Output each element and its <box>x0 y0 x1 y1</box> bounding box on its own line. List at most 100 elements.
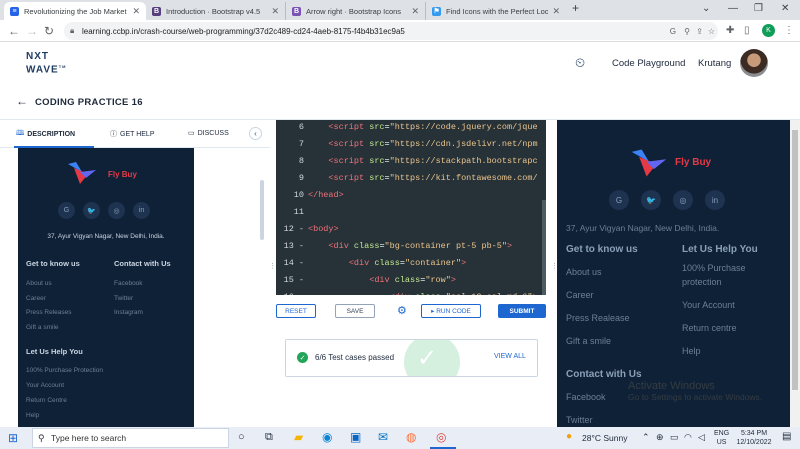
footer-link[interactable]: Facebook <box>114 277 171 292</box>
browser-tab[interactable]: ⚑ Find Icons with the Perfect Look ✕ <box>426 2 566 20</box>
footer-link[interactable]: Twitter <box>566 409 642 427</box>
footer-link[interactable]: Return centre <box>682 321 777 335</box>
timer-icon[interactable]: ⏲︎ <box>575 55 585 71</box>
code-line[interactable]: <div class="col-12 col-md-6"> <box>308 292 538 295</box>
minimize-icon[interactable]: — <box>728 3 738 14</box>
store-icon[interactable]: ▣ <box>350 430 361 444</box>
volume-icon[interactable]: ◁ <box>698 432 705 443</box>
footer-link[interactable]: Instagram <box>114 306 171 321</box>
browser-tab-active[interactable]: ≡ Revolutionizing the Job Market | ✕ <box>4 2 146 20</box>
mail-icon[interactable]: ✉ <box>378 430 388 444</box>
linkedin-icon[interactable]: in <box>133 202 150 219</box>
left-scrollbar[interactable] <box>260 180 264 240</box>
footer-link[interactable]: Gift a smile <box>26 321 80 336</box>
cortana-icon[interactable]: ○ <box>238 431 245 443</box>
footer-link[interactable]: Career <box>26 292 80 307</box>
footer-link[interactable]: About us <box>26 277 80 292</box>
user-name[interactable]: Krutang <box>698 58 731 69</box>
footer-link[interactable]: Twitter <box>114 292 171 307</box>
code-line[interactable]: <div class="row"> <box>308 275 456 285</box>
clock[interactable]: 5:34 PM 12/10/2022 <box>734 429 774 447</box>
code-line[interactable]: <script src="https://cdn.jsdelivr.net/np… <box>308 139 537 149</box>
wifi-icon[interactable]: ◠ <box>684 432 692 443</box>
code-line[interactable]: <div class="container"> <box>308 258 466 268</box>
instagram-icon[interactable]: ◎ <box>108 202 125 219</box>
scrollbar-thumb[interactable] <box>792 130 798 390</box>
forward-arrow-icon[interactable]: → <box>26 24 38 38</box>
new-tab-button[interactable]: + <box>572 1 579 15</box>
view-all-link[interactable]: VIEW ALL <box>494 353 526 360</box>
battery-icon[interactable]: ▭ <box>670 432 679 443</box>
code-line[interactable]: <div class="bg-container pt-5 pb-5"> <box>308 241 512 251</box>
google-icon[interactable]: G <box>609 190 629 210</box>
run-code-button[interactable]: ▸ RUN CODE <box>421 304 481 318</box>
footer-link[interactable]: Help <box>682 344 777 358</box>
sidebar-icon[interactable]: ▯ <box>744 25 750 36</box>
nxtwave-logo[interactable]: NXT WAVETM <box>26 52 67 75</box>
footer-link[interactable]: Your Account <box>26 380 106 392</box>
star-icon[interactable]: ☆ <box>708 27 715 36</box>
chevron-down-icon[interactable]: ⌄ <box>702 3 710 14</box>
code-editor[interactable]: 6 <script src="https://code.jquery.com/j… <box>276 120 546 295</box>
back-arrow-icon[interactable]: ← <box>16 94 28 108</box>
more-icon[interactable]: ⋮ <box>784 25 794 36</box>
close-icon[interactable]: ✕ <box>271 6 279 17</box>
editor-scrollbar[interactable] <box>542 200 546 295</box>
footer-link[interactable]: Gift a smile <box>566 330 638 353</box>
google-icon[interactable]: G <box>58 202 75 219</box>
network-icon[interactable]: ⊕ <box>656 432 664 443</box>
search-icon[interactable]: ⚲ <box>684 27 690 36</box>
chevron-up-icon[interactable]: ⌃ <box>642 432 650 443</box>
url-field[interactable]: 🔒︎ learning.ccbp.in/crash-course/web-pro… <box>64 22 718 40</box>
task-view-icon[interactable]: ⧉ <box>265 431 273 444</box>
footer-link[interactable]: About us <box>566 261 638 284</box>
twitter-icon[interactable]: 🐦 <box>83 202 100 219</box>
resize-handle-icon[interactable]: ⋮ <box>269 262 276 270</box>
close-window-icon[interactable]: ✕ <box>781 3 789 14</box>
linkedin-icon[interactable]: in <box>705 190 725 210</box>
code-playground-link[interactable]: Code Playground <box>612 58 685 69</box>
close-icon[interactable]: ✕ <box>132 6 140 17</box>
footer-link[interactable]: 100% Purchase protection <box>682 261 777 289</box>
footer-link[interactable]: Help <box>26 410 106 422</box>
save-button[interactable]: SAVE <box>335 304 375 318</box>
file-explorer-icon[interactable]: ▰ <box>294 430 303 444</box>
footer-link[interactable]: 100% Purchase Protection <box>26 365 106 377</box>
reset-button[interactable]: RESET <box>276 304 316 318</box>
edge-icon[interactable]: ◉ <box>322 430 332 444</box>
reload-icon[interactable]: ↻ <box>44 24 54 38</box>
code-line[interactable]: </head> <box>308 190 344 200</box>
collapse-panel-button[interactable]: ‹ <box>249 127 262 140</box>
code-line[interactable]: <script src="https://code.jquery.com/jqu… <box>308 122 537 132</box>
taskbar-search-input[interactable]: ⚲ Type here to search <box>32 428 229 448</box>
footer-link[interactable]: Press Realease <box>566 307 638 330</box>
code-line[interactable]: <script src="https://stackpath.bootstrap… <box>308 156 537 166</box>
share-icon[interactable]: ⇪ <box>696 27 703 36</box>
footer-link[interactable]: Press Releases <box>26 306 80 321</box>
footer-link[interactable]: Your Account <box>682 298 777 312</box>
weather-icon[interactable]: ● <box>566 431 572 442</box>
maximize-icon[interactable]: ❐ <box>754 3 763 14</box>
browser-tab[interactable]: B Introduction · Bootstrap v4.5 ✕ <box>146 2 286 20</box>
code-line[interactable]: <script src="https://kit.fontawesome.com… <box>308 173 537 183</box>
notifications-icon[interactable]: ▤ <box>782 431 791 442</box>
tab-get-help[interactable]: ⓘ GET HELP <box>110 129 155 139</box>
twitter-icon[interactable]: 🐦 <box>641 190 661 210</box>
firefox-icon[interactable]: ◍ <box>406 430 416 444</box>
windows-start-icon[interactable]: ⊞ <box>8 431 18 445</box>
submit-button[interactable]: SUBMIT <box>498 304 546 318</box>
settings-gear-icon[interactable]: ⚙ <box>397 304 407 317</box>
weather-text[interactable]: 28°C Sunny <box>582 433 627 443</box>
profile-avatar[interactable]: K <box>762 24 775 37</box>
browser-tab[interactable]: B Arrow right · Bootstrap Icons ✕ <box>286 2 426 20</box>
tab-discuss[interactable]: ▭ DISCUSS <box>188 129 229 138</box>
back-arrow-icon[interactable]: ← <box>8 24 20 38</box>
code-line[interactable]: <body> <box>308 224 339 234</box>
tab-description[interactable]: 🕮︎ DESCRIPTION <box>16 129 75 140</box>
extensions-icon[interactable]: ✚ <box>726 25 734 36</box>
instagram-icon[interactable]: ◎ <box>673 190 693 210</box>
chrome-icon[interactable]: ◎ <box>436 430 446 444</box>
avatar[interactable] <box>740 49 768 77</box>
close-icon[interactable]: ✕ <box>411 6 419 17</box>
google-icon[interactable]: G <box>670 27 676 36</box>
